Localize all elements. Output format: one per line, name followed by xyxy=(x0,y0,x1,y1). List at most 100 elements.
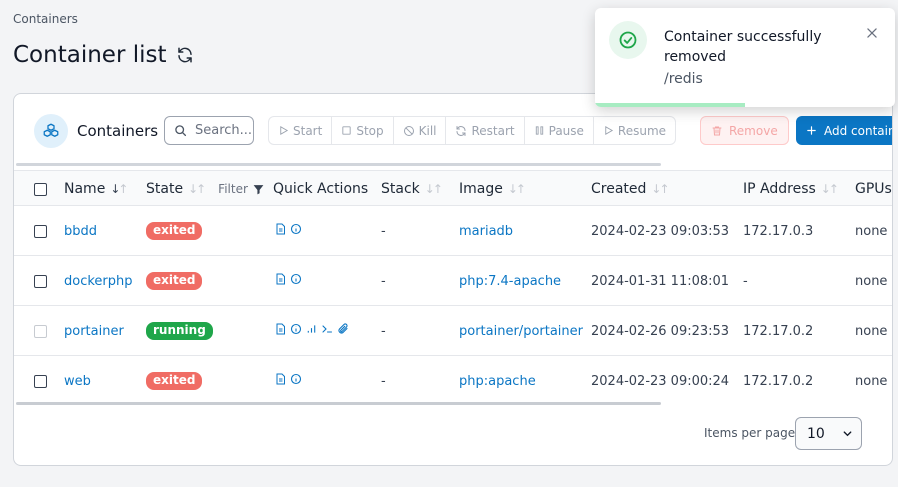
column-state[interactable]: State ↓↑ Filter xyxy=(146,171,265,207)
filter-icon[interactable] xyxy=(252,183,265,196)
status-badge: exited xyxy=(146,272,203,290)
column-name[interactable]: Name ↓↑ xyxy=(64,171,128,207)
card-header: Containers xyxy=(34,114,158,148)
image-link[interactable]: php:apache xyxy=(459,356,536,406)
quick-actions xyxy=(275,356,302,406)
created-value: 2024-01-31 11:08:01 xyxy=(591,273,730,289)
quick-actions xyxy=(275,256,302,306)
inspect-icon[interactable] xyxy=(290,323,302,339)
page-title: Container list xyxy=(13,42,167,68)
container-name-link[interactable]: portainer xyxy=(64,306,124,356)
logs-icon[interactable] xyxy=(275,273,286,289)
kill-button[interactable]: Kill xyxy=(394,117,447,144)
state-filter-label[interactable]: Filter xyxy=(218,182,248,196)
column-state-label: State xyxy=(146,181,184,197)
refresh-icon[interactable] xyxy=(176,46,194,64)
container-name-link[interactable]: web xyxy=(64,356,91,406)
items-per-page-value: 10 xyxy=(807,425,825,442)
stop-label: Stop xyxy=(356,123,384,138)
logs-icon[interactable] xyxy=(275,373,286,389)
column-gpus[interactable]: GPUs xyxy=(855,171,892,207)
remove-button[interactable]: Remove xyxy=(700,116,789,145)
row-checkbox[interactable] xyxy=(34,274,47,288)
check-circle-icon xyxy=(609,21,647,59)
gpus-value: none xyxy=(855,323,888,339)
stack-value: - xyxy=(381,273,386,289)
items-per-page-select[interactable]: 10 xyxy=(795,417,862,450)
image-link[interactable]: mariadb xyxy=(459,206,513,256)
toast-message: /redis xyxy=(664,71,703,87)
stats-icon[interactable] xyxy=(306,323,317,339)
container-name-link[interactable]: dockerphp xyxy=(64,256,133,306)
column-quick-actions: Quick Actions xyxy=(273,171,368,207)
sort-icon: ↓↑ xyxy=(110,182,128,196)
status-badge: exited xyxy=(146,222,203,240)
console-icon[interactable] xyxy=(321,323,333,339)
row-checkbox[interactable] xyxy=(34,374,47,388)
column-created-label: Created xyxy=(591,181,647,197)
quick-actions xyxy=(275,206,302,256)
add-container-button[interactable]: Add container xyxy=(796,116,892,145)
toast-progress-bar xyxy=(595,103,745,107)
stack-value: - xyxy=(381,323,386,339)
container-name-link[interactable]: bbdd xyxy=(64,206,97,256)
card-title: Containers xyxy=(77,122,159,140)
page-title-row: Container list xyxy=(13,42,194,68)
status-badge: running xyxy=(146,322,213,340)
attach-paperclip-icon[interactable] xyxy=(337,323,349,339)
toast-title: Container successfully removed xyxy=(664,29,822,65)
close-icon[interactable] xyxy=(865,26,879,40)
search-icon xyxy=(174,124,187,137)
sort-icon: ↓↑ xyxy=(820,182,839,196)
start-button[interactable]: Start xyxy=(269,117,333,144)
inspect-icon[interactable] xyxy=(290,223,302,239)
inspect-icon[interactable] xyxy=(290,273,302,289)
created-value: 2024-02-23 09:03:53 xyxy=(591,223,730,239)
sort-icon: ↓↑ xyxy=(507,182,526,196)
row-checkbox[interactable] xyxy=(34,224,47,238)
column-created[interactable]: Created ↓↑ xyxy=(591,171,670,207)
ip-value: 172.17.0.2 xyxy=(743,373,814,389)
pause-label: Pause xyxy=(548,123,584,138)
image-link[interactable]: php:7.4-apache xyxy=(459,256,561,306)
table-row: bbdd exited - mariadb 2024-02-23 09:03:5… xyxy=(14,206,892,256)
kill-label: Kill xyxy=(418,123,437,138)
restart-button[interactable]: Restart xyxy=(446,117,525,144)
ban-icon xyxy=(403,125,415,137)
containers-cubes-icon xyxy=(34,114,68,148)
stop-button[interactable]: Stop xyxy=(332,117,394,144)
column-ip[interactable]: IP Address ↓↑ xyxy=(743,171,839,207)
row-checkbox xyxy=(34,324,47,338)
add-container-label: Add container xyxy=(824,123,892,138)
gpus-value: none xyxy=(855,223,888,239)
play-icon xyxy=(278,125,289,136)
resume-button[interactable]: Resume xyxy=(594,117,675,144)
horizontal-scrollbar[interactable] xyxy=(16,402,661,405)
column-image-label: Image xyxy=(459,181,503,197)
image-link[interactable]: portainer/portainer xyxy=(459,306,583,356)
restart-icon xyxy=(455,125,467,137)
horizontal-scrollbar-top[interactable] xyxy=(16,163,661,166)
search-box[interactable] xyxy=(164,116,254,145)
inspect-icon[interactable] xyxy=(290,373,302,389)
table-header: Name ↓↑ State ↓↑ Filter Quick Actions St… xyxy=(14,170,892,206)
search-input[interactable] xyxy=(193,122,253,139)
select-all-cell xyxy=(34,171,47,207)
pause-button[interactable]: Pause xyxy=(525,117,594,144)
ip-value: 172.17.0.2 xyxy=(743,323,814,339)
select-all-checkbox[interactable] xyxy=(34,182,47,196)
table-row: dockerphp exited - php:7.4-apache 2024-0… xyxy=(14,256,892,306)
logs-icon[interactable] xyxy=(275,223,286,239)
pause-icon xyxy=(534,125,545,136)
sort-icon: ↓↑ xyxy=(188,182,206,196)
table-row: web exited - php:apache 2024-02-23 09:00… xyxy=(14,356,892,406)
column-stack[interactable]: Stack ↓↑ xyxy=(381,171,443,207)
breadcrumb[interactable]: Containers xyxy=(13,12,78,26)
gpus-value: none xyxy=(855,273,888,289)
column-image[interactable]: Image ↓↑ xyxy=(459,171,526,207)
remove-label: Remove xyxy=(729,123,778,138)
column-stack-label: Stack xyxy=(381,181,420,197)
logs-icon[interactable] xyxy=(275,323,286,339)
created-value: 2024-02-23 09:00:24 xyxy=(591,373,730,389)
column-name-label: Name xyxy=(64,181,106,197)
